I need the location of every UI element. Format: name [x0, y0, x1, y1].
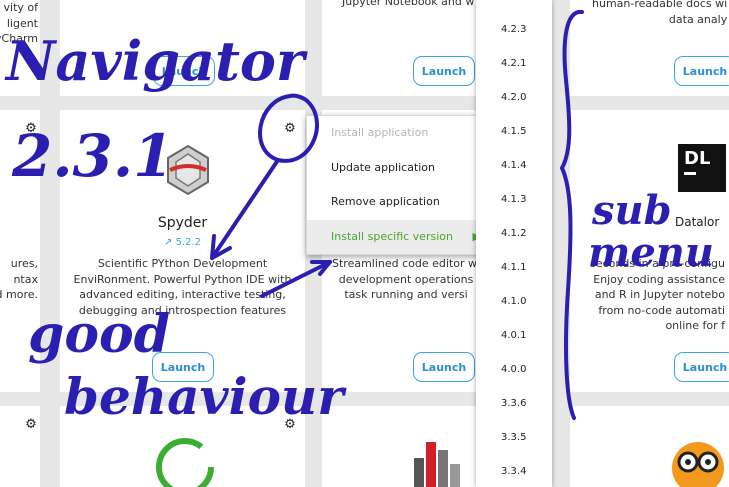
handwritten-annotations: Navigator 2.3.1 good behaviour sub menu — [4, 10, 714, 426]
ink-note-behaviour: behaviour — [64, 367, 347, 426]
ink-circle — [258, 93, 319, 163]
ink-stroke — [260, 260, 332, 298]
ink-title: Navigator — [4, 29, 308, 93]
ink-note-good: good — [28, 304, 170, 365]
ink-note-menu: menu — [588, 229, 714, 276]
ink-version: 2.3.1 — [11, 122, 173, 190]
ink-brace — [560, 10, 584, 420]
ink-note-sub: sub — [591, 187, 672, 234]
ink-stroke — [210, 158, 280, 260]
